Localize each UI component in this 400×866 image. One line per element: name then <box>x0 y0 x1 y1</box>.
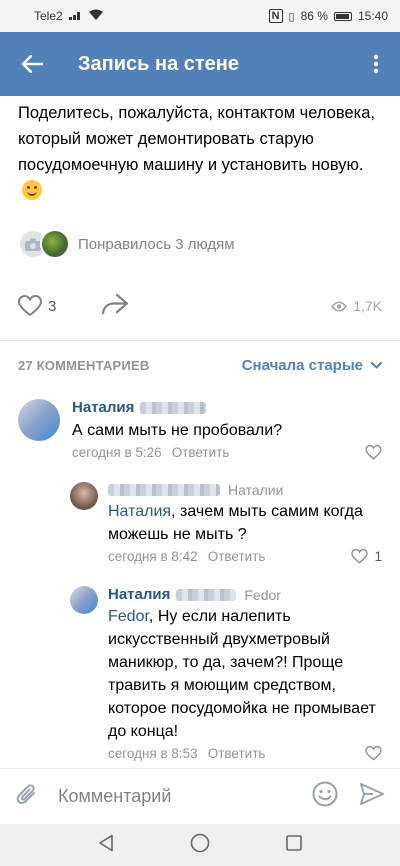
heart-icon <box>365 445 382 460</box>
attach-button[interactable] <box>16 782 38 811</box>
share-icon <box>102 293 129 314</box>
reply-button[interactable]: Ответить <box>172 445 230 460</box>
likers-row[interactable]: Понравилось 3 людям <box>0 228 400 260</box>
comment-time: сегодня в 8:53 <box>108 746 198 761</box>
status-bar: Tele2 N ▯ 86 % 15:40 <box>0 0 400 32</box>
send-icon <box>360 783 384 805</box>
smile-emoji-icon <box>22 180 42 200</box>
comment-like-button[interactable] <box>365 445 382 460</box>
eye-icon <box>331 300 348 312</box>
heart-icon <box>351 549 369 564</box>
page-title: Запись на стене <box>78 52 240 75</box>
comment-like-count: 1 <box>374 549 382 564</box>
comment-meta: сегодня в 5:26 Ответить <box>72 445 382 460</box>
system-nav-bar <box>0 824 400 866</box>
comment-author[interactable]: Наталии <box>108 482 382 498</box>
more-vertical-icon <box>373 54 379 74</box>
clock: 15:40 <box>357 9 388 23</box>
comments-count: 27 КОММЕНТАРИЕВ <box>18 357 150 373</box>
battery-icon <box>333 11 352 21</box>
comment-time: сегодня в 5:26 <box>72 445 162 460</box>
views-counter: 1,7K <box>331 298 382 314</box>
comment: Наталия А сами мыть не пробовали? сегодн… <box>0 395 400 460</box>
like-button[interactable]: 3 <box>18 295 56 317</box>
camera-icon <box>25 238 41 251</box>
reply-button[interactable]: Ответить <box>208 746 266 761</box>
redacted-name <box>176 588 237 601</box>
app-bar: Запись на стене <box>0 32 400 96</box>
heart-icon <box>365 746 382 761</box>
redacted-name <box>140 401 207 414</box>
circle-home-icon <box>190 833 210 852</box>
mention-link[interactable]: Наталия <box>108 503 171 520</box>
smile-icon <box>312 781 338 807</box>
comment-input[interactable]: Комментарий <box>58 786 171 807</box>
liker-avatar-photo <box>40 229 70 259</box>
share-button[interactable] <box>102 293 129 319</box>
comment-reply: Наталии Наталия, зачем мыть самим когда … <box>0 482 400 564</box>
reply-to: Fedor <box>244 586 281 603</box>
send-button[interactable] <box>360 783 384 810</box>
arrow-left-icon <box>21 55 43 73</box>
comment-text: Наталия, зачем мыть самим когда можешь н… <box>108 503 363 543</box>
redacted-name <box>108 484 220 496</box>
comment-meta: сегодня в 8:53 Ответить <box>108 746 382 761</box>
reply-to: Наталии <box>228 482 284 498</box>
comment-meta: сегодня в 8:42 Ответить 1 <box>108 549 382 564</box>
post-text: Поделитесь, пожалуйста, контактом челове… <box>0 96 400 204</box>
comment-like-button[interactable] <box>365 746 382 761</box>
avatar[interactable] <box>18 399 60 441</box>
nav-home-button[interactable] <box>190 833 210 858</box>
paperclip-icon <box>16 784 35 804</box>
nav-back-button[interactable] <box>98 834 114 857</box>
comment-text: А сами мыть не пробовали? <box>72 422 283 439</box>
reply-button[interactable]: Ответить <box>208 549 266 564</box>
like-count: 3 <box>48 297 57 315</box>
comment-time: сегодня в 8:42 <box>108 549 198 564</box>
comment-like-button[interactable]: 1 <box>351 549 382 564</box>
mention-link[interactable]: Fedor <box>108 608 149 625</box>
avatar[interactable] <box>70 482 98 510</box>
emoji-button[interactable] <box>312 781 338 812</box>
square-recents-icon <box>286 834 302 851</box>
comments-header: 27 КОММЕНТАРИЕВ Сначала старые <box>0 343 400 387</box>
more-menu-button[interactable] <box>364 44 388 84</box>
vibrate-icon: ▯ <box>288 10 295 23</box>
comment-composer: Комментарий <box>0 768 400 824</box>
nav-recents-button[interactable] <box>286 834 302 856</box>
back-button[interactable] <box>12 44 52 84</box>
liked-by-text: Понравилось 3 людям <box>78 235 235 253</box>
views-count: 1,7K <box>353 298 382 314</box>
comment-author[interactable]: Наталия Fedor <box>108 586 382 603</box>
triangle-back-icon <box>99 834 113 851</box>
comment-text: Fedor, Ну если налепить искусственный дв… <box>108 608 376 740</box>
nfc-icon: N <box>268 9 283 23</box>
post-actions: 3 1,7K <box>0 290 400 322</box>
battery-percent: 86 % <box>300 9 328 23</box>
comment-reply: Наталия Fedor Fedor, Ну если налепить иск… <box>0 586 400 761</box>
wifi-icon <box>88 9 103 23</box>
heart-icon <box>18 295 42 317</box>
comment-author[interactable]: Наталия <box>72 399 382 416</box>
signal-icon <box>68 9 83 23</box>
chevron-down-icon <box>371 361 382 369</box>
carrier: Tele2 <box>34 9 63 23</box>
divider <box>0 340 400 341</box>
avatar[interactable] <box>70 586 98 614</box>
sort-dropdown[interactable]: Сначала старые <box>242 357 382 374</box>
